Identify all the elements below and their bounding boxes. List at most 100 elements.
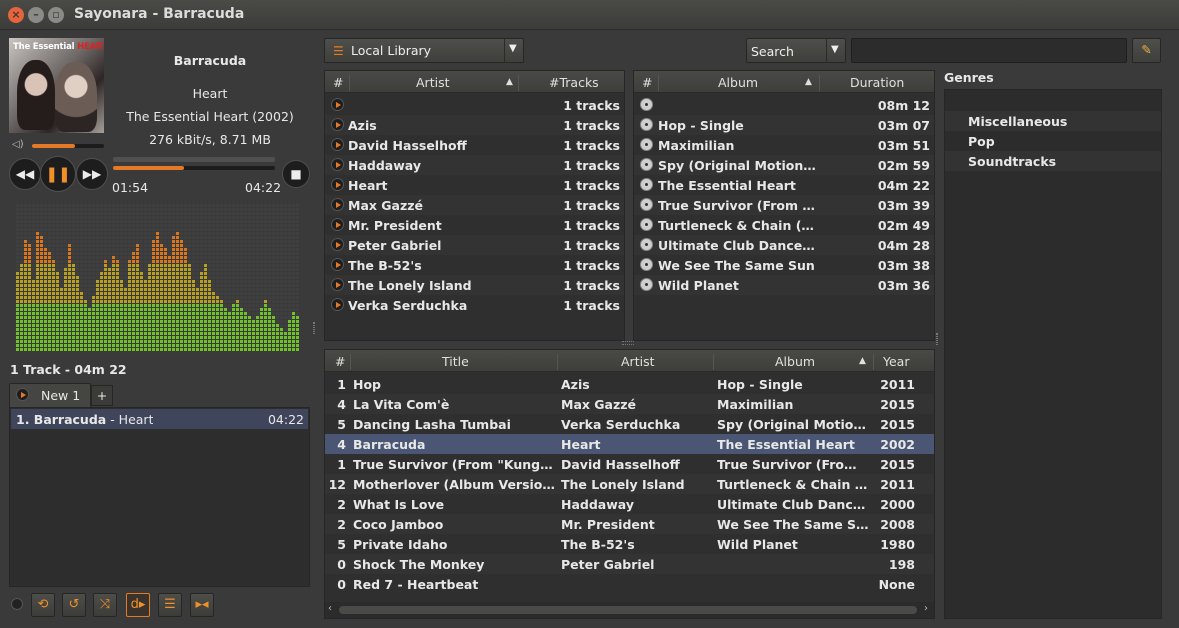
track-row[interactable]: 0 Red 7 - Heartbeat None [325, 574, 934, 594]
volume-slider[interactable] [32, 144, 104, 148]
previous-button[interactable]: ◀◀ [9, 158, 41, 190]
spectrum-segment [160, 256, 163, 259]
genre-item[interactable]: Pop [945, 131, 1161, 151]
spectrum-segment [112, 248, 115, 251]
artist-row[interactable]: Verka Serduchka 1 tracks [325, 295, 624, 315]
genre-item[interactable]: Soundtracks [945, 151, 1161, 171]
artist-row[interactable]: David Hasselhoff 1 tracks [325, 135, 624, 155]
album-cover[interactable]: The Essential HEART [9, 38, 104, 133]
spectrum-segment [196, 284, 199, 287]
artist-row[interactable]: Max Gazzé 1 tracks [325, 195, 624, 215]
spectrum-segment [72, 212, 75, 215]
search-mode-combo[interactable]: Search ▼ [746, 38, 846, 63]
album-row[interactable]: Wild Planet 03m 36 [634, 275, 934, 295]
spectrum-segment [52, 276, 55, 279]
add-tab-button[interactable]: + [91, 385, 113, 406]
spectrum-segment [108, 324, 111, 327]
track-row[interactable]: 1True Survivor (From "Kung Fur...David H… [325, 454, 934, 474]
tab-new-1[interactable]: New 1 [9, 383, 91, 407]
scrollbar-thumb[interactable] [339, 606, 917, 614]
append-button[interactable]: ☰ [158, 593, 182, 617]
minimize-icon[interactable]: – [28, 7, 44, 23]
repeat-one-button[interactable]: ⟲ [31, 593, 55, 617]
spectrum-segment [248, 256, 251, 259]
pause-button[interactable]: ❚❚ [40, 156, 76, 192]
spectrum-segment [140, 264, 143, 267]
col-album[interactable]: Album [775, 354, 815, 369]
repeat-all-button[interactable]: ↺ [62, 593, 86, 617]
spectrum-segment [144, 212, 147, 215]
spectrum-segment [236, 256, 239, 259]
track-row[interactable]: 2 What Is Love Haddaway Ultimate Club Dance… [325, 494, 934, 514]
scroll-left-icon[interactable]: ‹ [328, 603, 332, 614]
track-row[interactable]: 12Motherlover (Album Version) [...The Lo… [325, 474, 934, 494]
spectrum-segment [296, 232, 299, 235]
track-row[interactable]: 2 Coco Jamboo Mr. President We See The Same… [325, 514, 934, 534]
album-row[interactable]: Hop - Single 03m 07 [634, 115, 934, 135]
next-button[interactable]: ▶▶ [76, 158, 108, 190]
col-tracks[interactable]: #Tracks [549, 75, 599, 90]
genre-item[interactable]: Miscellaneous [945, 111, 1161, 131]
col-album[interactable]: Album [718, 75, 758, 90]
album-row[interactable]: We See The Same Sun 03m 38 [634, 255, 934, 275]
album-row[interactable]: The Essential Heart 04m 22 [634, 175, 934, 195]
shuffle-button[interactable]: ⤨ [93, 593, 117, 617]
playlist-item[interactable]: 1. Barracuda - Heart 04:22 [11, 409, 308, 429]
splitter-handle[interactable] [313, 322, 315, 334]
close-icon[interactable]: × [8, 7, 24, 23]
col-title[interactable]: Title [442, 354, 469, 369]
artist-row[interactable]: Heart 1 tracks [325, 175, 624, 195]
col-year[interactable]: Year [883, 354, 909, 369]
stop-button[interactable]: ■ [282, 160, 310, 188]
spectrum-segment [188, 348, 191, 351]
splitter-handle[interactable] [622, 341, 634, 345]
spectrum-segment [236, 248, 239, 251]
volume-icon[interactable]: ◁) [12, 139, 24, 150]
gapless-button[interactable]: ▸◂ [190, 593, 214, 617]
spectrum-segment [88, 232, 91, 235]
spectrum-segment [208, 280, 211, 283]
track-row[interactable]: 5 Dancing Lasha Tumbai Verka Serduchka Spy … [325, 414, 934, 434]
scroll-right-icon[interactable]: › [924, 603, 928, 614]
album-row[interactable]: Maximilian 03m 51 [634, 135, 934, 155]
artist-row[interactable]: Peter Gabriel 1 tracks [325, 235, 624, 255]
album-row[interactable]: Spy (Original Motion P... 02m 59 [634, 155, 934, 175]
artist-row[interactable]: Azis 1 tracks [325, 115, 624, 135]
splitter-handle[interactable] [936, 333, 938, 345]
album-row[interactable]: True Survivor (From "K... 03m 39 [634, 195, 934, 215]
album-row[interactable]: Turtleneck & Chain (Ex... 02m 49 [634, 215, 934, 235]
spectrum-segment [232, 344, 235, 347]
track-row[interactable]: 4 La Vita Com'è Max Gazzé Maximilian 2015 [325, 394, 934, 414]
album-row[interactable]: 08m 12 [634, 95, 934, 115]
library-source-combo[interactable]: ☰ Local Library ▼ [324, 38, 524, 63]
artist-row[interactable]: 1 tracks [325, 95, 624, 115]
track-row[interactable]: 1 Hop Azis Hop - Single 2011 [325, 374, 934, 394]
track-row[interactable]: 0 Shock The Monkey Peter Gabriel 198 [325, 554, 934, 574]
spectrum-segment [36, 260, 39, 263]
artist-row[interactable]: The Lonely Island 1 tracks [325, 275, 624, 295]
search-input[interactable] [851, 38, 1127, 63]
spectrum-segment [60, 252, 63, 255]
spectrum-segment [56, 336, 59, 339]
spectrum-segment [180, 256, 183, 259]
spectrum-segment [284, 212, 287, 215]
artist-row[interactable]: Haddaway 1 tracks [325, 155, 624, 175]
artist-row[interactable]: Mr. President 1 tracks [325, 215, 624, 235]
spectrum-segment [96, 280, 99, 283]
spectrum-segment [76, 224, 79, 227]
position-slider[interactable] [113, 166, 275, 170]
album-row[interactable]: Ultimate Club Dance 9... 04m 28 [634, 235, 934, 255]
track-row[interactable]: 5 Private Idaho The B-52's Wild Planet 1980 [325, 534, 934, 554]
col-artist[interactable]: Artist [416, 75, 449, 90]
col-duration[interactable]: Duration [850, 75, 904, 90]
spectrum-segment [80, 208, 83, 211]
track-row[interactable]: 4 Barracuda Heart The Essential Heart 2002 [325, 434, 934, 454]
col-artist[interactable]: Artist [621, 354, 654, 369]
maximize-icon[interactable]: ▫ [48, 7, 64, 23]
spectrum-segment [48, 312, 51, 315]
horizontal-scrollbar[interactable]: ‹ › [325, 602, 934, 618]
clear-search-button[interactable]: ✎ [1132, 38, 1161, 63]
artist-row[interactable]: The B-52's 1 tracks [325, 255, 624, 275]
spectrum-segment [20, 212, 23, 215]
dynamic-playback-button[interactable]: d▸ [126, 593, 150, 617]
